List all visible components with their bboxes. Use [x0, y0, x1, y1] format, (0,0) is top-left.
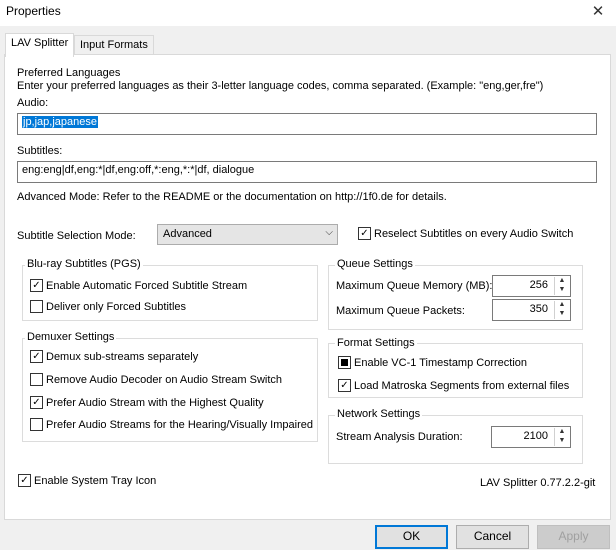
queue-packets-label: Maximum Queue Packets:: [336, 305, 465, 317]
queue-memory-spinner[interactable]: 256 ▲ ▼: [492, 275, 571, 297]
cancel-button[interactable]: Cancel: [456, 525, 529, 549]
spin-down-icon[interactable]: ▼: [557, 310, 567, 318]
demux-substreams-checkbox[interactable]: ✓: [30, 350, 43, 363]
queue-packets-spinner[interactable]: 350 ▲ ▼: [492, 299, 571, 321]
analysis-duration-spinner[interactable]: 2100 ▲ ▼: [491, 426, 571, 448]
preferred-languages-description: Enter your preferred languages as their …: [17, 80, 544, 92]
subtitle-languages-input[interactable]: eng:eng|df,eng:*|df,eng:off,*:eng,*:*|df…: [17, 161, 597, 183]
advanced-mode-note: Advanced Mode: Refer to the README or th…: [17, 191, 447, 203]
window-title: Properties: [6, 4, 61, 18]
spin-down-icon[interactable]: ▼: [557, 286, 567, 294]
subtitles-label: Subtitles:: [17, 145, 63, 157]
remove-audio-decoder-checkbox[interactable]: [30, 373, 43, 386]
subtitle-mode-value: Advanced: [163, 228, 212, 240]
subtitle-mode-label: Subtitle Selection Mode:: [17, 230, 136, 242]
spin-up-icon[interactable]: ▲: [557, 277, 567, 285]
queue-packets-value: 350: [529, 303, 548, 315]
forced-only-checkbox[interactable]: [30, 300, 43, 313]
remove-audio-decoder-label: Remove Audio Decoder on Audio Stream Swi…: [46, 374, 283, 386]
forced-subtitle-stream-checkbox[interactable]: ✓: [30, 279, 43, 292]
matroska-segments-label: Load Matroska Segments from external fil…: [354, 380, 570, 392]
spinner-buttons: ▲ ▼: [554, 428, 569, 446]
audio-languages-input[interactable]: jp,jap,japanese: [17, 113, 597, 135]
subtitle-mode-select[interactable]: Advanced ⌵: [157, 224, 338, 245]
spin-up-icon[interactable]: ▲: [557, 301, 567, 309]
network-group-title: Network Settings: [335, 408, 423, 420]
impaired-audio-label: Prefer Audio Streams for the Hearing/Vis…: [46, 419, 313, 431]
apply-button[interactable]: Apply: [537, 525, 610, 549]
analysis-duration-label: Stream Analysis Duration:: [336, 431, 463, 443]
tab-input-formats[interactable]: Input Formats: [74, 35, 154, 55]
queue-group-title: Queue Settings: [335, 258, 415, 270]
version-label: LAV Splitter 0.77.2.2-git: [480, 477, 596, 489]
preferred-languages-heading: Preferred Languages: [17, 67, 121, 79]
system-tray-checkbox[interactable]: ✓: [18, 474, 31, 487]
demuxer-group-title: Demuxer Settings: [25, 331, 117, 343]
spinner-buttons: ▲ ▼: [554, 277, 569, 295]
impaired-audio-checkbox[interactable]: [30, 418, 43, 431]
matroska-segments-checkbox[interactable]: ✓: [338, 379, 351, 392]
audio-label: Audio:: [17, 97, 49, 109]
spin-down-icon[interactable]: ▼: [557, 437, 567, 445]
forced-only-label: Deliver only Forced Subtitles: [46, 301, 187, 313]
reselect-subtitles-label: Reselect Subtitles on every Audio Switch: [374, 228, 574, 240]
analysis-duration-value: 2100: [523, 430, 548, 442]
chevron-down-icon: ⌵: [325, 227, 333, 238]
close-icon[interactable]: ✕: [583, 1, 613, 23]
highest-quality-audio-label: Prefer Audio Stream with the Highest Qua…: [46, 397, 264, 409]
format-group-title: Format Settings: [335, 337, 417, 349]
spin-up-icon[interactable]: ▲: [557, 428, 567, 436]
audio-languages-value: jp,jap,japanese: [22, 116, 99, 128]
demux-substreams-label: Demux sub-streams separately: [46, 351, 199, 363]
title-bar: Properties ✕: [0, 0, 616, 26]
ok-button[interactable]: OK: [375, 525, 448, 549]
highest-quality-audio-checkbox[interactable]: ✓: [30, 396, 43, 409]
bluray-group-title: Blu-ray Subtitles (PGS): [25, 258, 143, 270]
queue-memory-value: 256: [529, 279, 548, 291]
reselect-subtitles-checkbox[interactable]: ✓: [358, 227, 371, 240]
queue-memory-label: Maximum Queue Memory (MB):: [336, 280, 493, 292]
vc1-correction-checkbox[interactable]: [338, 356, 351, 369]
tab-lav-splitter[interactable]: LAV Splitter: [5, 33, 75, 57]
spinner-buttons: ▲ ▼: [554, 301, 569, 319]
system-tray-label: Enable System Tray Icon: [34, 475, 157, 487]
vc1-correction-label: Enable VC-1 Timestamp Correction: [354, 357, 528, 369]
forced-subtitle-stream-label: Enable Automatic Forced Subtitle Stream: [46, 280, 248, 292]
